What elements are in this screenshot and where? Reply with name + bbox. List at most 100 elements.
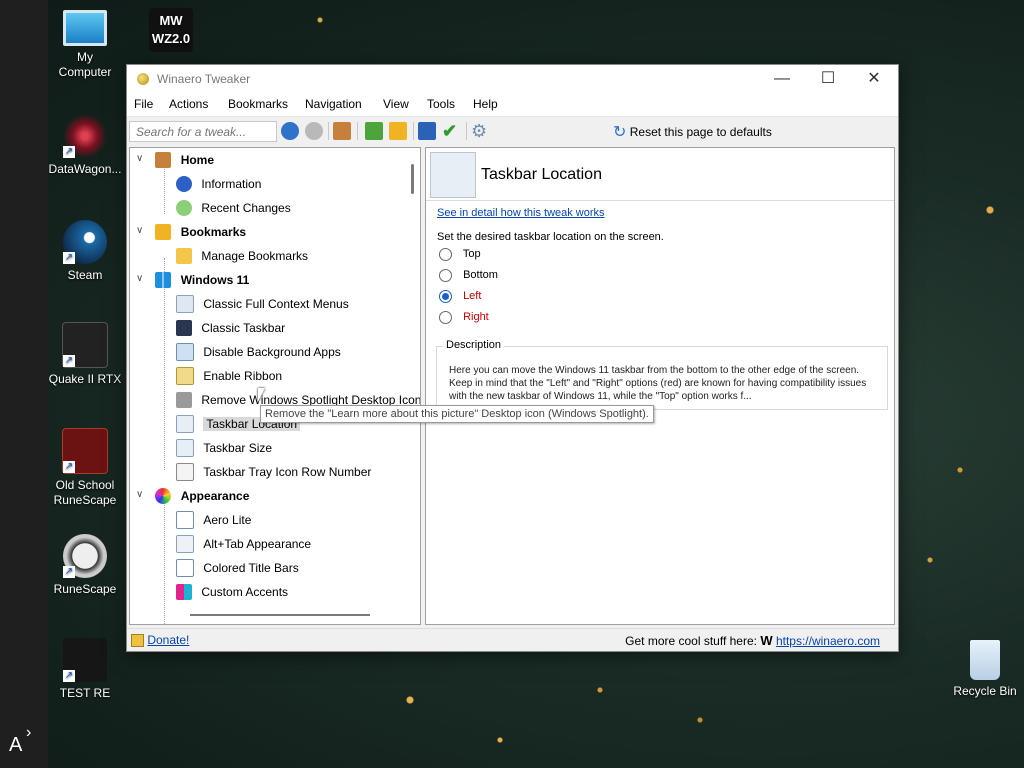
tree-item-taskbar-size[interactable]: Taskbar Size bbox=[176, 437, 272, 457]
tree-item-information[interactable]: Information bbox=[176, 173, 261, 193]
tree-category-label: Home bbox=[180, 152, 215, 167]
minimize-button[interactable]: — bbox=[759, 65, 805, 93]
title-bar[interactable]: Winaero Tweaker — ☐ ✕ bbox=[127, 65, 898, 93]
forward-icon[interactable] bbox=[305, 122, 323, 140]
tree-guide bbox=[164, 282, 165, 470]
bookmark-star-icon[interactable] bbox=[389, 122, 407, 140]
reset-label: Reset this page to defaults bbox=[629, 125, 772, 139]
radio-left[interactable]: Left bbox=[439, 288, 481, 304]
desktop-icon-mw[interactable]: MW WZ2.0 bbox=[133, 8, 209, 56]
taskbar-strip: › A bbox=[0, 0, 48, 768]
close-button[interactable]: ✕ bbox=[851, 65, 897, 93]
desktop-icon-osrs[interactable]: ↗ Old School RuneScape bbox=[47, 428, 123, 508]
tree-item-label: Information bbox=[201, 176, 262, 191]
radio-button[interactable] bbox=[439, 247, 452, 261]
back-icon[interactable] bbox=[281, 122, 299, 140]
winaero-link[interactable]: https://winaero.com bbox=[776, 634, 880, 648]
more-stuff-text: Get more cool stuff here: bbox=[625, 634, 757, 648]
menu-bookmarks[interactable]: Bookmarks bbox=[228, 97, 288, 111]
menu-help[interactable]: Help bbox=[473, 97, 498, 111]
desktop-icon-runescape[interactable]: ↗ RuneScape bbox=[47, 534, 123, 597]
app-icon bbox=[137, 73, 149, 85]
tree-item-aero-lite[interactable]: Aero Lite bbox=[176, 509, 251, 529]
tree-item-colored-title-bars[interactable]: Colored Title Bars bbox=[176, 557, 299, 577]
desktop-icon-datawagon[interactable]: ↗ DataWagon... bbox=[47, 114, 123, 177]
shortcut-arrow-icon: ↗ bbox=[63, 566, 75, 578]
runescape-icon: ↗ bbox=[63, 534, 107, 578]
tree-item-classic-full-context-menus[interactable]: Classic Full Context Menus bbox=[176, 293, 349, 313]
tree-item-label: Taskbar Tray Icon Row Number bbox=[203, 464, 372, 479]
maximize-button[interactable]: ☐ bbox=[805, 65, 851, 93]
radio-right[interactable]: Right bbox=[439, 309, 489, 325]
tree-item-label: Taskbar Size bbox=[203, 440, 273, 455]
quake-icon: ↗ bbox=[62, 322, 108, 368]
tree-category-label: Bookmarks bbox=[180, 224, 247, 239]
desktop-icon-recycle-bin[interactable]: Recycle Bin bbox=[947, 640, 1023, 699]
tree-item-label: Disable Background Apps bbox=[203, 344, 341, 359]
settings-gear-icon[interactable]: ⚙ bbox=[471, 122, 489, 140]
house-icon bbox=[155, 151, 172, 168]
menu-actions[interactable]: Actions bbox=[169, 97, 208, 111]
collapse-chevron-icon[interactable]: ∨ bbox=[136, 485, 143, 505]
tree-horizontal-scrollbar[interactable] bbox=[190, 614, 370, 616]
tree-category-appearance[interactable]: ∨ Appearance bbox=[130, 485, 249, 505]
desktop-icon-test-re[interactable]: ↗ TEST RE bbox=[47, 638, 123, 701]
info-icon bbox=[176, 175, 192, 192]
tree-item-taskbar-tray-icon-row-number[interactable]: Taskbar Tray Icon Row Number bbox=[176, 461, 371, 481]
menu-file[interactable]: File bbox=[134, 97, 153, 111]
radio-button[interactable] bbox=[439, 310, 452, 324]
tree-item-alt-tab-appearance[interactable]: Alt+Tab Appearance bbox=[176, 533, 311, 553]
menu-navigation[interactable]: Navigation bbox=[305, 97, 362, 111]
radio-button-selected[interactable] bbox=[439, 289, 452, 303]
tweak-details-link[interactable]: See in detail how this tweak works bbox=[437, 207, 605, 219]
tree-category-bookmarks[interactable]: ∨ Bookmarks bbox=[130, 221, 246, 241]
tree-item-label: Alt+Tab Appearance bbox=[203, 536, 312, 551]
tree-item-disable-background-apps[interactable]: Disable Background Apps bbox=[176, 341, 341, 361]
recycle-bin-icon bbox=[970, 640, 1000, 680]
desktop-icon-label: My Computer bbox=[58, 50, 112, 79]
tweak-tree[interactable]: ∨ Home Information Recent Changes ∨ Book… bbox=[129, 147, 421, 625]
desktop-icon-label: DataWagon... bbox=[48, 162, 122, 176]
radio-button[interactable] bbox=[439, 268, 452, 282]
tree-item-enable-ribbon[interactable]: Enable Ribbon bbox=[176, 365, 282, 385]
tree-category-label: Windows 11 bbox=[180, 272, 250, 287]
menu-bar: File Actions Bookmarks Navigation View T… bbox=[127, 93, 898, 117]
window-title: Winaero Tweaker bbox=[157, 72, 251, 86]
radio-top[interactable]: Top bbox=[439, 246, 481, 262]
mouse-cursor-icon bbox=[258, 388, 265, 402]
home-icon[interactable] bbox=[333, 122, 351, 140]
description-text: Here you can move the Windows 11 taskbar… bbox=[449, 365, 867, 402]
shortcut-arrow-icon: ↗ bbox=[63, 252, 75, 264]
search-box[interactable] bbox=[129, 121, 277, 142]
reset-arrow-icon: ↻ bbox=[613, 124, 627, 141]
tree-category-windows-11[interactable]: ∨ Windows 11 bbox=[130, 269, 249, 289]
tree-item-classic-taskbar[interactable]: Classic Taskbar bbox=[176, 317, 285, 337]
collapse-chevron-icon[interactable]: ∨ bbox=[136, 269, 143, 289]
tree-item-manage-bookmarks[interactable]: Manage Bookmarks bbox=[176, 245, 308, 265]
radio-label: Right bbox=[463, 311, 489, 323]
search-input[interactable] bbox=[134, 124, 276, 140]
tree-vertical-scrollbar[interactable] bbox=[411, 164, 414, 194]
add-bookmark-icon[interactable] bbox=[365, 122, 383, 140]
star-icon bbox=[155, 223, 172, 240]
desktop-icon-my-computer[interactable]: My Computer bbox=[47, 10, 123, 80]
collapse-chevron-icon[interactable]: ∨ bbox=[136, 221, 143, 241]
tree-category-home[interactable]: ∨ Home bbox=[130, 149, 214, 169]
reset-page-button[interactable]: ↻ Reset this page to defaults bbox=[613, 122, 772, 141]
desktop-icon-quake[interactable]: ↗ Quake II RTX bbox=[47, 322, 123, 387]
tree-item-custom-accents[interactable]: Custom Accents bbox=[176, 581, 288, 601]
export-icon[interactable] bbox=[418, 122, 436, 140]
menu-tools[interactable]: Tools bbox=[427, 97, 455, 111]
more-stuff-area: Get more cool stuff here: W https://wina… bbox=[625, 633, 880, 648]
donate-link[interactable]: Donate! bbox=[147, 633, 189, 647]
background-apps-icon bbox=[176, 342, 194, 361]
tree-item-label: Aero Lite bbox=[203, 512, 252, 527]
apply-checkmark-icon[interactable]: ✔ bbox=[442, 122, 460, 140]
toolbar-separator bbox=[328, 122, 329, 140]
desktop-icon-steam[interactable]: ↗ Steam bbox=[47, 220, 123, 283]
chevron-right-icon[interactable]: › bbox=[26, 724, 31, 742]
collapse-chevron-icon[interactable]: ∨ bbox=[136, 149, 143, 169]
radio-bottom[interactable]: Bottom bbox=[439, 267, 498, 283]
tree-item-recent-changes[interactable]: Recent Changes bbox=[176, 197, 291, 217]
menu-view[interactable]: View bbox=[383, 97, 409, 111]
